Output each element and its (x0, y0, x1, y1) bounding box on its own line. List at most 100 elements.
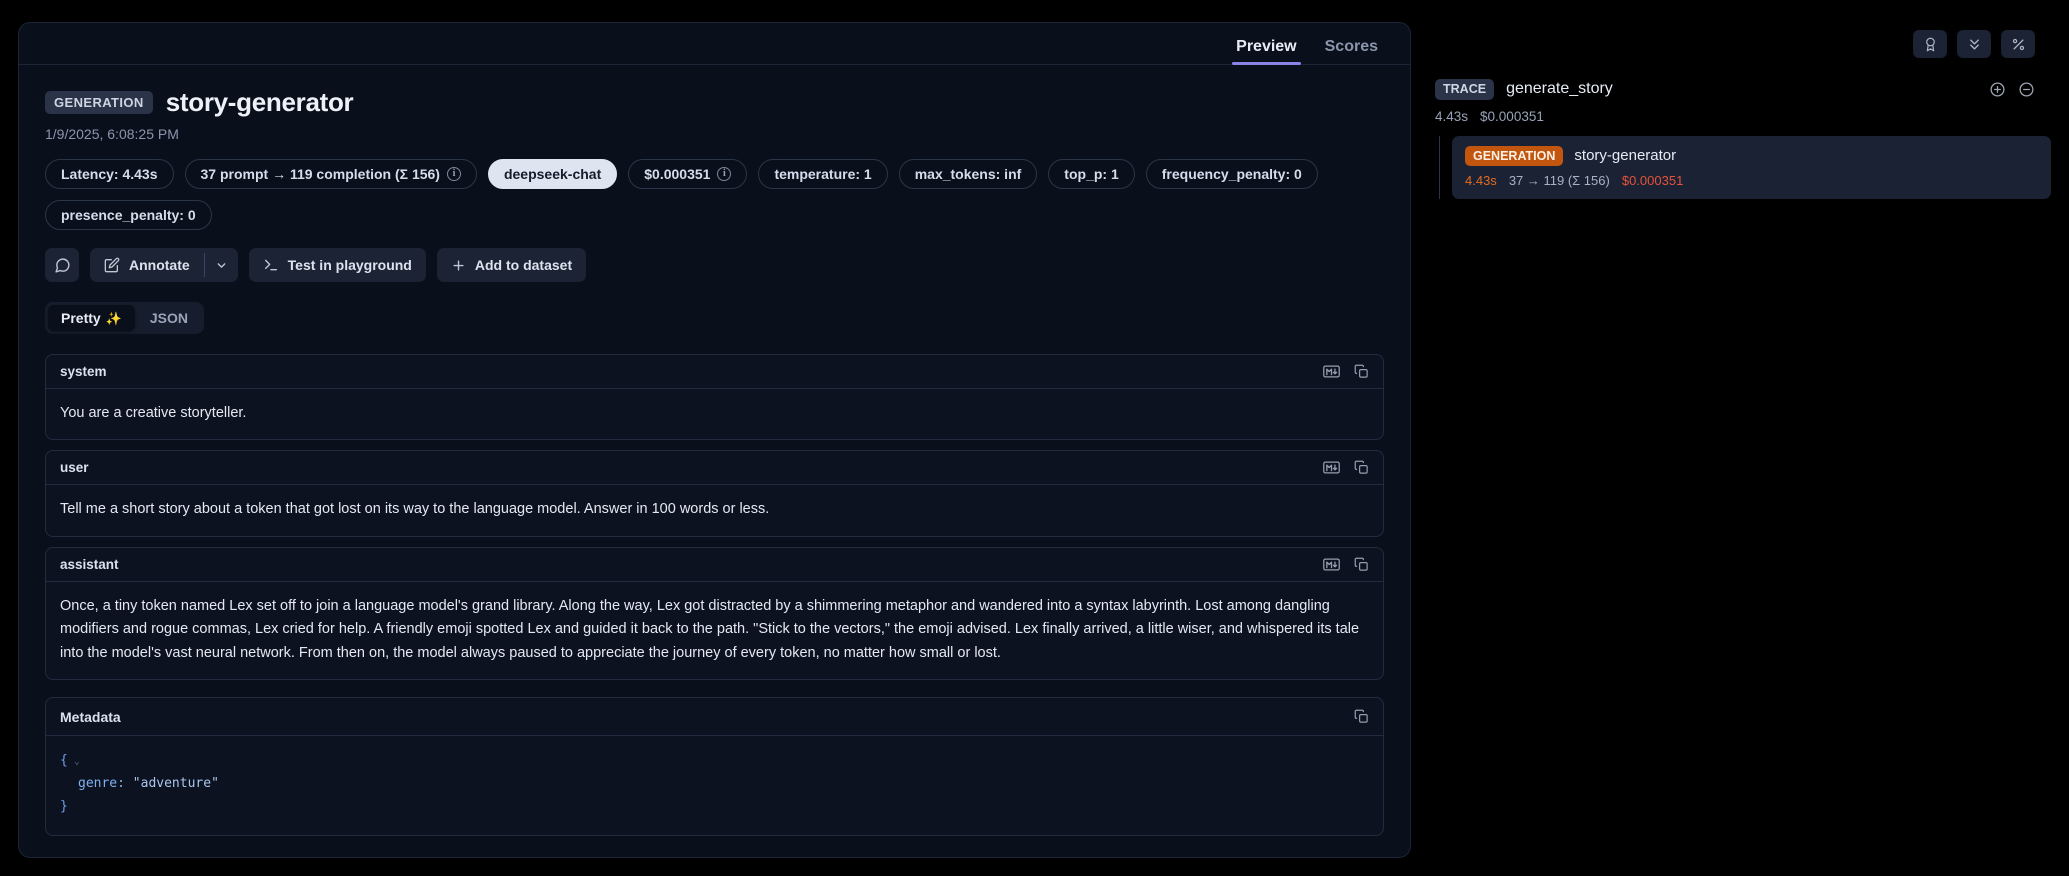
markdown-icon[interactable] (1323, 461, 1340, 474)
trace-node-generation[interactable]: GENERATION story-generator 4.43s 37 → 11… (1452, 136, 2051, 200)
pill-tokens[interactable]: 37 prompt → 119 completion (Σ 156) i (185, 159, 477, 189)
metadata-title: Metadata (60, 709, 121, 725)
sparkles-icon: ✨ (106, 312, 122, 325)
trace-latency: 4.43s (1435, 109, 1468, 124)
messages-list: system You are a creative storyteller. (45, 354, 1384, 836)
pill-presence-penalty[interactable]: presence_penalty: 0 (45, 200, 212, 230)
trace-name: generate_story (1506, 80, 1613, 98)
collapse-icon-button[interactable] (1957, 30, 1991, 58)
trace-tree: GENERATION story-generator 4.43s 37 → 11… (1439, 136, 2051, 200)
message-header: system (46, 355, 1383, 389)
message-tools (1323, 460, 1369, 475)
json-open-line: { ⌄ (60, 750, 1369, 773)
observation-type-badge: GENERATION (45, 91, 153, 114)
json-open-brace: { (60, 753, 68, 768)
zoom-out-icon[interactable] (2018, 81, 2035, 98)
copy-icon[interactable] (1354, 460, 1369, 475)
tab-bar: Preview Scores (19, 23, 1410, 65)
pill-max-tokens[interactable]: max_tokens: inf (899, 159, 1038, 189)
plus-icon (451, 258, 466, 273)
copy-icon[interactable] (1354, 709, 1369, 724)
json-entry-line: genre: "adventure" (60, 773, 1369, 796)
pill-cost-label: $0.000351 (644, 167, 710, 181)
node-tokens: 37 → 119 (Σ 156) (1509, 173, 1610, 188)
copy-icon[interactable] (1354, 557, 1369, 572)
message-card-system: system You are a creative storyteller. (45, 354, 1384, 440)
info-icon[interactable]: i (447, 167, 461, 181)
terminal-prompt-icon (263, 257, 279, 273)
markdown-icon[interactable] (1323, 365, 1340, 378)
action-button-row: Annotate Test in playground (45, 248, 1384, 282)
tab-scores[interactable]: Scores (1311, 39, 1392, 64)
toggle-json[interactable]: JSON (137, 305, 201, 331)
pill-presence-penalty-label: presence_penalty: 0 (61, 208, 196, 222)
trace-stats: 4.43s $0.000351 (1435, 109, 2051, 124)
message-header: user (46, 451, 1383, 485)
add-to-dataset-label: Add to dataset (475, 257, 572, 273)
trace-panel: TRACE generate_story 4.43s $0.000351 GEN… (1411, 22, 2051, 858)
pill-frequency-penalty[interactable]: frequency_penalty: 0 (1146, 159, 1318, 189)
annotate-button[interactable]: Annotate (90, 248, 204, 282)
message-role: assistant (60, 557, 119, 572)
pill-temperature[interactable]: temperature: 1 (758, 159, 887, 189)
metadata-card: Metadata { ⌄ genre: "adventure" } (45, 697, 1384, 835)
info-icon[interactable]: i (717, 167, 731, 181)
toggle-pretty-label: Pretty (61, 311, 101, 325)
metadata-json: { ⌄ genre: "adventure" } (46, 736, 1383, 834)
pill-model-label: deepseek-chat (504, 167, 601, 181)
annotate-label: Annotate (129, 257, 190, 273)
pill-tokens-label: 37 prompt → 119 completion (Σ 156) (201, 167, 440, 181)
metadata-header: Metadata (46, 698, 1383, 736)
pill-temperature-label: temperature: 1 (774, 167, 871, 181)
pill-frequency-penalty-label: frequency_penalty: 0 (1162, 167, 1302, 181)
award-icon-button[interactable] (1913, 30, 1947, 58)
trace-header: TRACE generate_story (1435, 79, 2051, 100)
markdown-icon[interactable] (1323, 558, 1340, 571)
add-to-dataset-button[interactable]: Add to dataset (437, 248, 586, 282)
message-content: Tell me a short story about a token that… (46, 485, 1383, 535)
zoom-in-icon[interactable] (1989, 81, 2006, 98)
zoom-controls (1989, 81, 2035, 98)
annotate-dropdown-button[interactable] (205, 248, 238, 282)
page-title: story-generator (166, 87, 354, 118)
view-toggle-row: Pretty ✨ JSON (45, 302, 1384, 334)
percent-icon (2011, 37, 2026, 52)
node-type-badge: GENERATION (1465, 146, 1563, 167)
node-name: story-generator (1574, 147, 1676, 164)
trace-node-stats: 4.43s 37 → 119 (Σ 156) $0.000351 (1465, 173, 2038, 188)
app-root: Preview Scores GENERATION story-generato… (0, 0, 2069, 876)
toggle-pretty[interactable]: Pretty ✨ (48, 305, 135, 331)
json-key: genre: (78, 776, 125, 791)
trace-badge: TRACE (1435, 79, 1494, 100)
percent-icon-button[interactable] (2001, 30, 2035, 58)
trace-tool-row (1435, 22, 2051, 58)
annotate-button-group: Annotate (90, 248, 238, 282)
message-header: assistant (46, 548, 1383, 582)
trace-cost: $0.000351 (1480, 109, 1544, 124)
pill-latency-label: Latency: 4.43s (61, 167, 158, 181)
node-latency: 4.43s (1465, 173, 1497, 188)
json-value: "adventure" (133, 776, 219, 791)
chevron-down-icon (215, 259, 228, 272)
timestamp: 1/9/2025, 6:08:25 PM (45, 126, 1384, 142)
pill-top-p[interactable]: top_p: 1 (1048, 159, 1134, 189)
edit-square-icon (104, 257, 120, 273)
view-format-toggle: Pretty ✨ JSON (45, 302, 204, 334)
award-icon (1923, 37, 1938, 52)
test-in-playground-label: Test in playground (288, 257, 412, 273)
pill-top-p-label: top_p: 1 (1064, 167, 1118, 181)
test-in-playground-button[interactable]: Test in playground (249, 248, 426, 282)
message-card-user: user Tell me a short story about a token… (45, 450, 1384, 536)
message-tools (1323, 364, 1369, 379)
metrics-pill-row: Latency: 4.43s 37 prompt → 119 completio… (45, 159, 1384, 230)
pill-latency[interactable]: Latency: 4.43s (45, 159, 174, 189)
tab-preview[interactable]: Preview (1222, 39, 1310, 64)
message-role: system (60, 364, 107, 379)
pill-model[interactable]: deepseek-chat (488, 159, 617, 189)
json-close-line: } (60, 796, 1369, 819)
json-collapse-icon[interactable]: ⌄ (68, 756, 80, 767)
copy-icon[interactable] (1354, 364, 1369, 379)
comment-icon (54, 257, 71, 274)
pill-cost[interactable]: $0.000351 i (628, 159, 747, 189)
comment-button[interactable] (45, 248, 79, 282)
